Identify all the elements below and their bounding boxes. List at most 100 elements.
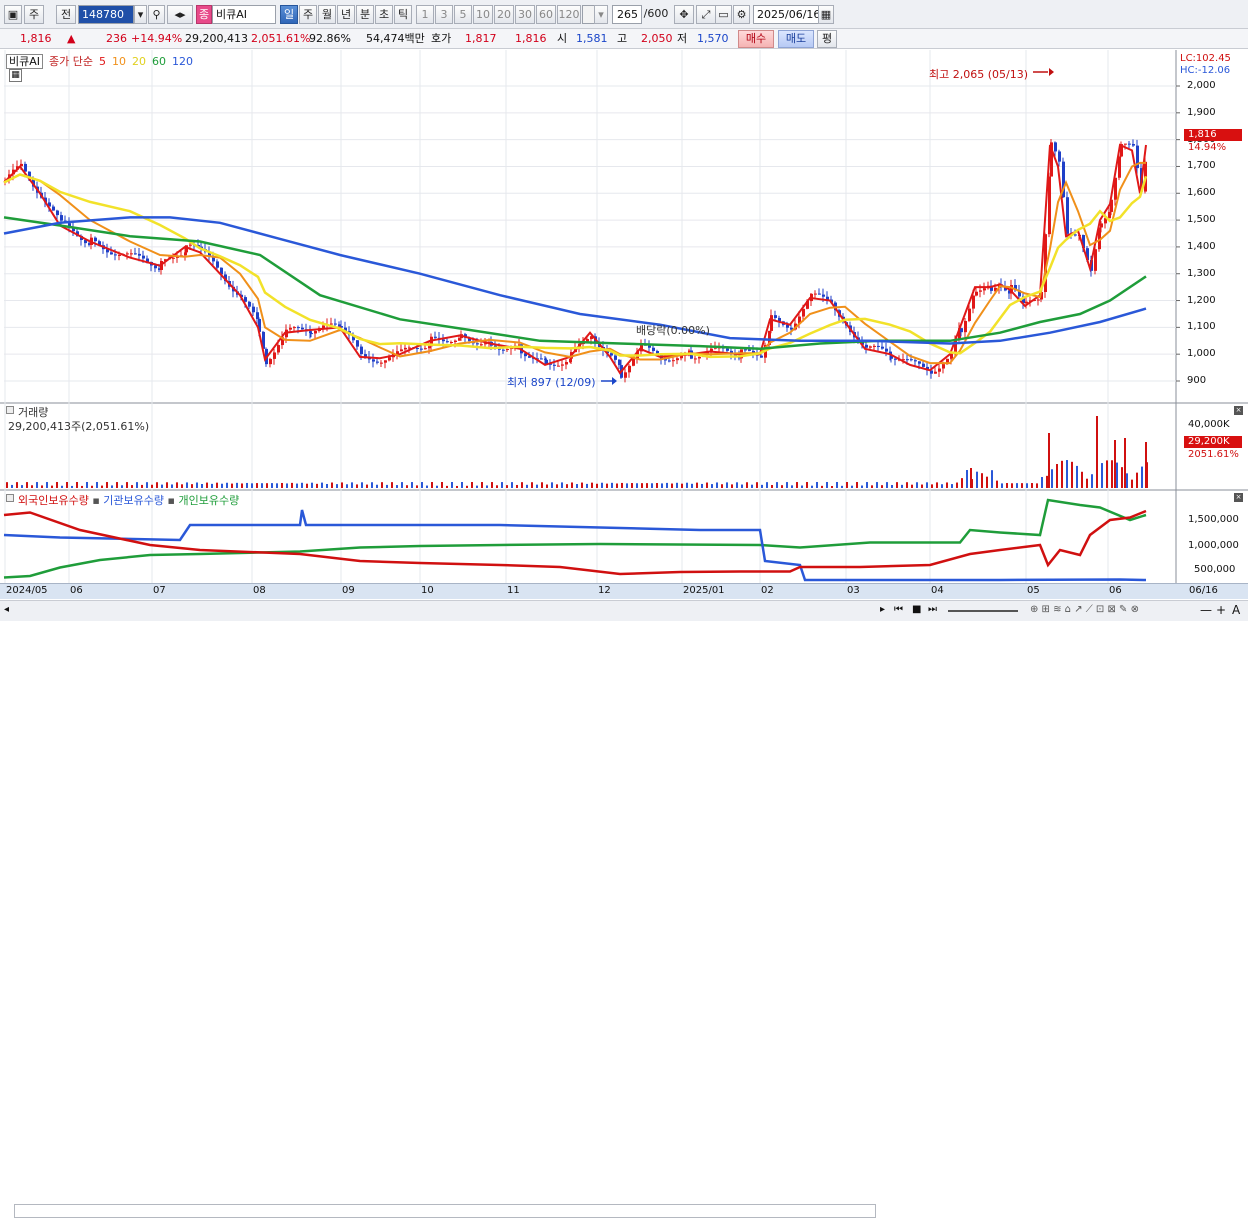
save-icon[interactable]: ▭ xyxy=(715,5,732,24)
calendar-icon[interactable]: ▦ xyxy=(818,5,834,24)
chart-area[interactable]: 비큐AI 종가 단순 5 10 20 60 120 ▦ LC:102.45 HC:-12.0… xyxy=(0,50,1248,603)
interval-60[interactable]: 60 xyxy=(536,5,556,24)
min-annotation: 최저 897 (12/09) xyxy=(507,376,596,389)
tab-minute[interactable]: 분 xyxy=(356,5,374,24)
zoom-minus-icon[interactable]: — xyxy=(1200,603,1212,617)
volume-bar xyxy=(136,482,138,488)
tab-weekly[interactable]: 주 xyxy=(299,5,317,24)
volume-bar xyxy=(861,485,863,488)
zoom-icon[interactable]: ✥ xyxy=(674,5,694,24)
y-tick-label: 1,100 xyxy=(1187,321,1216,333)
interval-1[interactable]: 1 xyxy=(416,5,434,24)
volume-bar xyxy=(261,483,263,488)
volume-bar xyxy=(1031,483,1033,488)
drawing-tools-icon[interactable]: ⊕ ⊞ ≋ ⌂ ↗ ⟋ ⊡ ⊠ ✎ ⊗ xyxy=(1030,604,1139,615)
text-size-icon[interactable]: A xyxy=(1232,603,1240,617)
ma60-label: 60 xyxy=(152,55,166,68)
candle-body xyxy=(934,371,937,374)
horizontal-scrollbar[interactable] xyxy=(14,1204,876,1218)
scroll-right-icon[interactable]: ▸ xyxy=(880,604,885,615)
date-input[interactable]: 2025/06/16 xyxy=(753,5,820,24)
volume-bar xyxy=(561,482,563,488)
stock-code-input[interactable]: 148780 xyxy=(78,5,134,24)
candle-body xyxy=(142,255,145,259)
candle-body xyxy=(672,360,675,362)
x-tick-label: 09 xyxy=(342,585,355,596)
rewind-icon[interactable]: ⏮ xyxy=(894,604,903,615)
stock-tag[interactable]: 비큐AI xyxy=(6,54,44,69)
change-value: 236 xyxy=(106,32,127,45)
forward-icon[interactable]: ⏭ xyxy=(928,604,937,615)
tab-yearly[interactable]: 년 xyxy=(337,5,355,24)
foreign-holding-line xyxy=(3,509,1147,576)
volume-bar xyxy=(951,484,953,488)
volume-bar xyxy=(751,484,753,488)
change-percent: +14.94% xyxy=(131,32,183,45)
layout-icon[interactable]: ▣ xyxy=(4,5,22,24)
zoom-plus-icon[interactable]: + xyxy=(1216,603,1226,617)
gear-icon[interactable]: ⚙ xyxy=(733,5,750,24)
interval-10[interactable]: 10 xyxy=(473,5,493,24)
candle-body xyxy=(1054,142,1057,152)
scroll-left-icon[interactable]: ◂ xyxy=(4,604,9,615)
volume-bar xyxy=(851,485,853,488)
volume-bar xyxy=(711,484,713,488)
interval-3[interactable]: 3 xyxy=(435,5,453,24)
volume-bar xyxy=(1021,483,1023,488)
eval-button[interactable]: 평 xyxy=(817,30,837,48)
tab-tick[interactable]: 틱 xyxy=(394,5,412,24)
volume-bar xyxy=(216,482,218,488)
volume-bar xyxy=(311,482,313,488)
volume-bar xyxy=(286,483,288,488)
volume-bar xyxy=(96,482,98,488)
volume-bar xyxy=(806,482,808,488)
x-tick-label: 03 xyxy=(847,585,860,596)
volume-bar xyxy=(801,485,803,488)
close-icon[interactable]: × xyxy=(1234,406,1243,415)
volume-bar xyxy=(456,485,458,488)
volume-panel-icon[interactable] xyxy=(6,406,14,414)
interval-20[interactable]: 20 xyxy=(494,5,514,24)
candle-body xyxy=(476,343,479,345)
tab-monthly[interactable]: 월 xyxy=(318,5,336,24)
stop-icon[interactable]: ■ xyxy=(912,604,921,615)
volume-bar xyxy=(556,484,558,488)
volume-bar xyxy=(1056,466,1058,488)
candle-body xyxy=(1132,144,1135,146)
stock-name-field[interactable]: 비큐AI xyxy=(212,5,276,24)
code-dropdown-icon[interactable]: ▾ xyxy=(134,5,147,24)
holding-panel-icon[interactable] xyxy=(6,494,14,502)
volume-bar xyxy=(1126,473,1128,488)
market-dropdown[interactable]: 전 xyxy=(56,5,76,24)
period-dropdown[interactable]: 주 xyxy=(24,5,44,24)
close-icon[interactable]: × xyxy=(1234,493,1243,502)
volume-bar xyxy=(1106,460,1108,488)
crosshair-icon[interactable]: ⤢ xyxy=(696,5,716,24)
count-input[interactable]: 265 xyxy=(612,5,642,24)
interval-5[interactable]: 5 xyxy=(454,5,472,24)
grid-toggle-icon[interactable]: ▦ xyxy=(9,69,22,82)
volume-bar xyxy=(341,482,343,488)
volume-bar xyxy=(441,482,443,488)
volume-bar xyxy=(931,484,933,488)
interval-30[interactable]: 30 xyxy=(515,5,535,24)
tab-daily[interactable]: 일 xyxy=(280,5,298,24)
x-tick-label: 04 xyxy=(931,585,944,596)
interval-120[interactable]: 120 xyxy=(557,5,581,24)
zoom-slider[interactable] xyxy=(948,610,1018,612)
volume-bar xyxy=(1091,474,1093,488)
volume-bar xyxy=(301,482,303,488)
volume-bar xyxy=(381,482,383,488)
interval-dropdown-icon[interactable]: ▾ xyxy=(594,5,608,24)
candle-body xyxy=(301,327,304,330)
volume-bar xyxy=(171,484,173,488)
volume-bar xyxy=(886,482,888,488)
sell-button[interactable]: 매도 xyxy=(778,30,814,48)
speaker-icon[interactable]: ◂▸ xyxy=(167,5,193,24)
buy-button[interactable]: 매수 xyxy=(738,30,774,48)
volume-bar xyxy=(716,482,718,488)
volume-bar xyxy=(691,483,693,488)
tab-second[interactable]: 초 xyxy=(375,5,393,24)
candle-body xyxy=(972,295,975,309)
search-icon[interactable]: ⚲ xyxy=(148,5,165,24)
